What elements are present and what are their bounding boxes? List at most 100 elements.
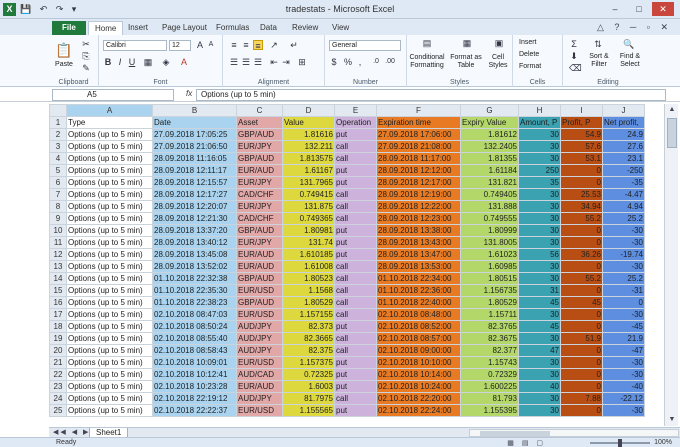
comma-button[interactable]: , <box>355 57 365 67</box>
table-cell[interactable]: 1.80515 <box>460 272 519 285</box>
table-cell[interactable]: 1.610185 <box>282 248 335 261</box>
percent-button[interactable]: % <box>343 57 353 67</box>
table-cell[interactable]: 28.09.2018 13:45:08 <box>152 248 237 261</box>
table-cell[interactable]: 0.749365 <box>282 212 335 225</box>
table-cell[interactable]: 1.80981 <box>282 224 335 237</box>
row-header[interactable]: 15 <box>49 284 67 297</box>
table-cell[interactable]: EUR/AUD <box>236 164 283 177</box>
header-cell[interactable]: Expiry Value <box>460 116 519 129</box>
table-cell[interactable]: 21.9 <box>602 332 645 345</box>
table-cell[interactable]: EUR/AUD <box>236 380 283 393</box>
scroll-down-icon[interactable]: ▼ <box>665 414 679 426</box>
borders-icon[interactable]: ▦ <box>143 57 153 67</box>
find-select-button[interactable]: Find & Select <box>615 53 645 69</box>
table-cell[interactable]: Options (up to 5 min) <box>66 152 153 165</box>
insert-function-button[interactable]: fx <box>186 89 192 98</box>
table-cell[interactable]: -30 <box>602 404 645 417</box>
font-size-select[interactable]: 12 <box>169 40 191 51</box>
table-cell[interactable]: Options (up to 5 min) <box>66 296 153 309</box>
table-cell[interactable]: 0 <box>560 260 603 273</box>
table-cell[interactable]: 02.10.2018 22:24:00 <box>376 404 461 417</box>
align-middle-icon[interactable]: ≡ <box>241 40 251 50</box>
table-cell[interactable]: 82.373 <box>282 320 335 333</box>
table-cell[interactable]: 1.61008 <box>282 260 335 273</box>
close-button[interactable]: ✕ <box>652 2 674 16</box>
table-cell[interactable]: -30 <box>602 308 645 321</box>
scroll-up-icon[interactable]: ▲ <box>665 104 679 116</box>
table-cell[interactable]: 01.10.2018 22:36:00 <box>376 284 461 297</box>
row-header[interactable]: 21 <box>49 356 67 369</box>
table-cell[interactable]: 0 <box>560 404 603 417</box>
table-cell[interactable]: 40 <box>518 380 561 393</box>
tab-file[interactable]: File <box>52 21 86 35</box>
table-cell[interactable]: 02.10.2018 22:22:37 <box>152 404 237 417</box>
table-cell[interactable]: 4.94 <box>602 200 645 213</box>
table-cell[interactable]: AUD/JPY <box>236 392 283 405</box>
table-cell[interactable]: 0 <box>602 296 645 309</box>
table-cell[interactable]: call <box>334 392 377 405</box>
table-cell[interactable]: put <box>334 320 377 333</box>
table-cell[interactable]: 27.09.2018 21:06:50 <box>152 140 237 153</box>
cell-styles-button[interactable]: Cell Styles <box>485 54 511 70</box>
table-cell[interactable]: 02.10.2018 08:57:00 <box>376 332 461 345</box>
table-cell[interactable]: 131.7965 <box>282 176 335 189</box>
tab-view[interactable]: View <box>326 21 355 35</box>
table-cell[interactable]: 131.74 <box>282 236 335 249</box>
table-cell[interactable]: put <box>334 176 377 189</box>
column-header[interactable]: D <box>282 104 335 117</box>
table-cell[interactable]: 54.9 <box>560 128 603 141</box>
table-cell[interactable]: 1.80529 <box>460 296 519 309</box>
table-cell[interactable]: 1.61023 <box>460 248 519 261</box>
table-cell[interactable]: 131.821 <box>460 176 519 189</box>
table-cell[interactable]: 7.88 <box>560 392 603 405</box>
row-header[interactable]: 8 <box>49 200 67 213</box>
table-cell[interactable]: 30 <box>518 308 561 321</box>
table-cell[interactable]: 131.888 <box>460 200 519 213</box>
cut-icon[interactable]: ✂ <box>81 39 91 49</box>
table-cell[interactable]: AUD/JPY <box>236 344 283 357</box>
table-cell[interactable]: -250 <box>602 164 645 177</box>
fill-icon[interactable]: ⬇ <box>569 51 579 61</box>
header-cell[interactable]: Amount, P <box>518 116 561 129</box>
table-cell[interactable]: Options (up to 5 min) <box>66 404 153 417</box>
table-cell[interactable]: 1.813575 <box>282 152 335 165</box>
column-header[interactable]: G <box>460 104 519 117</box>
table-cell[interactable]: 28.09.2018 12:15:57 <box>152 176 237 189</box>
name-box[interactable]: A5 <box>52 89 174 101</box>
table-cell[interactable]: 30 <box>518 200 561 213</box>
table-cell[interactable]: 1.80523 <box>282 272 335 285</box>
table-cell[interactable]: 01.10.2018 22:38:23 <box>152 296 237 309</box>
table-cell[interactable]: AUD/JPY <box>236 320 283 333</box>
table-cell[interactable]: 1.155565 <box>282 404 335 417</box>
shrink-font-icon[interactable]: A <box>206 40 216 50</box>
table-cell[interactable]: call <box>334 260 377 273</box>
table-cell[interactable]: 30 <box>518 188 561 201</box>
decrease-decimal-icon[interactable]: .00 <box>385 57 395 67</box>
table-cell[interactable]: 0 <box>560 224 603 237</box>
table-cell[interactable]: 28.09.2018 12:19:00 <box>376 188 461 201</box>
table-cell[interactable]: 1.15711 <box>460 308 519 321</box>
table-cell[interactable]: 30 <box>518 404 561 417</box>
row-header[interactable]: 22 <box>49 368 67 381</box>
table-cell[interactable]: Options (up to 5 min) <box>66 392 153 405</box>
row-header[interactable]: 5 <box>49 164 67 177</box>
table-cell[interactable]: 31 <box>518 284 561 297</box>
table-cell[interactable]: -30 <box>602 236 645 249</box>
row-header[interactable]: 2 <box>49 128 67 141</box>
table-cell[interactable]: 02.10.2018 22:19:12 <box>152 392 237 405</box>
align-top-icon[interactable]: ≡ <box>229 40 239 50</box>
table-cell[interactable]: AUD/CAD <box>236 368 283 381</box>
table-cell[interactable]: 45 <box>560 296 603 309</box>
table-cell[interactable]: EUR/USD <box>236 308 283 321</box>
table-cell[interactable]: 30 <box>518 356 561 369</box>
row-header[interactable]: 13 <box>49 260 67 273</box>
table-cell[interactable]: -4.47 <box>602 188 645 201</box>
sort-filter-button[interactable]: Sort & Filter <box>585 53 613 69</box>
table-cell[interactable]: 02.10.2018 22:20:00 <box>376 392 461 405</box>
table-cell[interactable]: 0 <box>560 236 603 249</box>
table-cell[interactable]: 36.26 <box>560 248 603 261</box>
table-cell[interactable]: GBP/AUD <box>236 152 283 165</box>
table-cell[interactable]: Options (up to 5 min) <box>66 308 153 321</box>
table-cell[interactable]: 47 <box>518 344 561 357</box>
table-cell[interactable]: 01.10.2018 22:34:00 <box>376 272 461 285</box>
